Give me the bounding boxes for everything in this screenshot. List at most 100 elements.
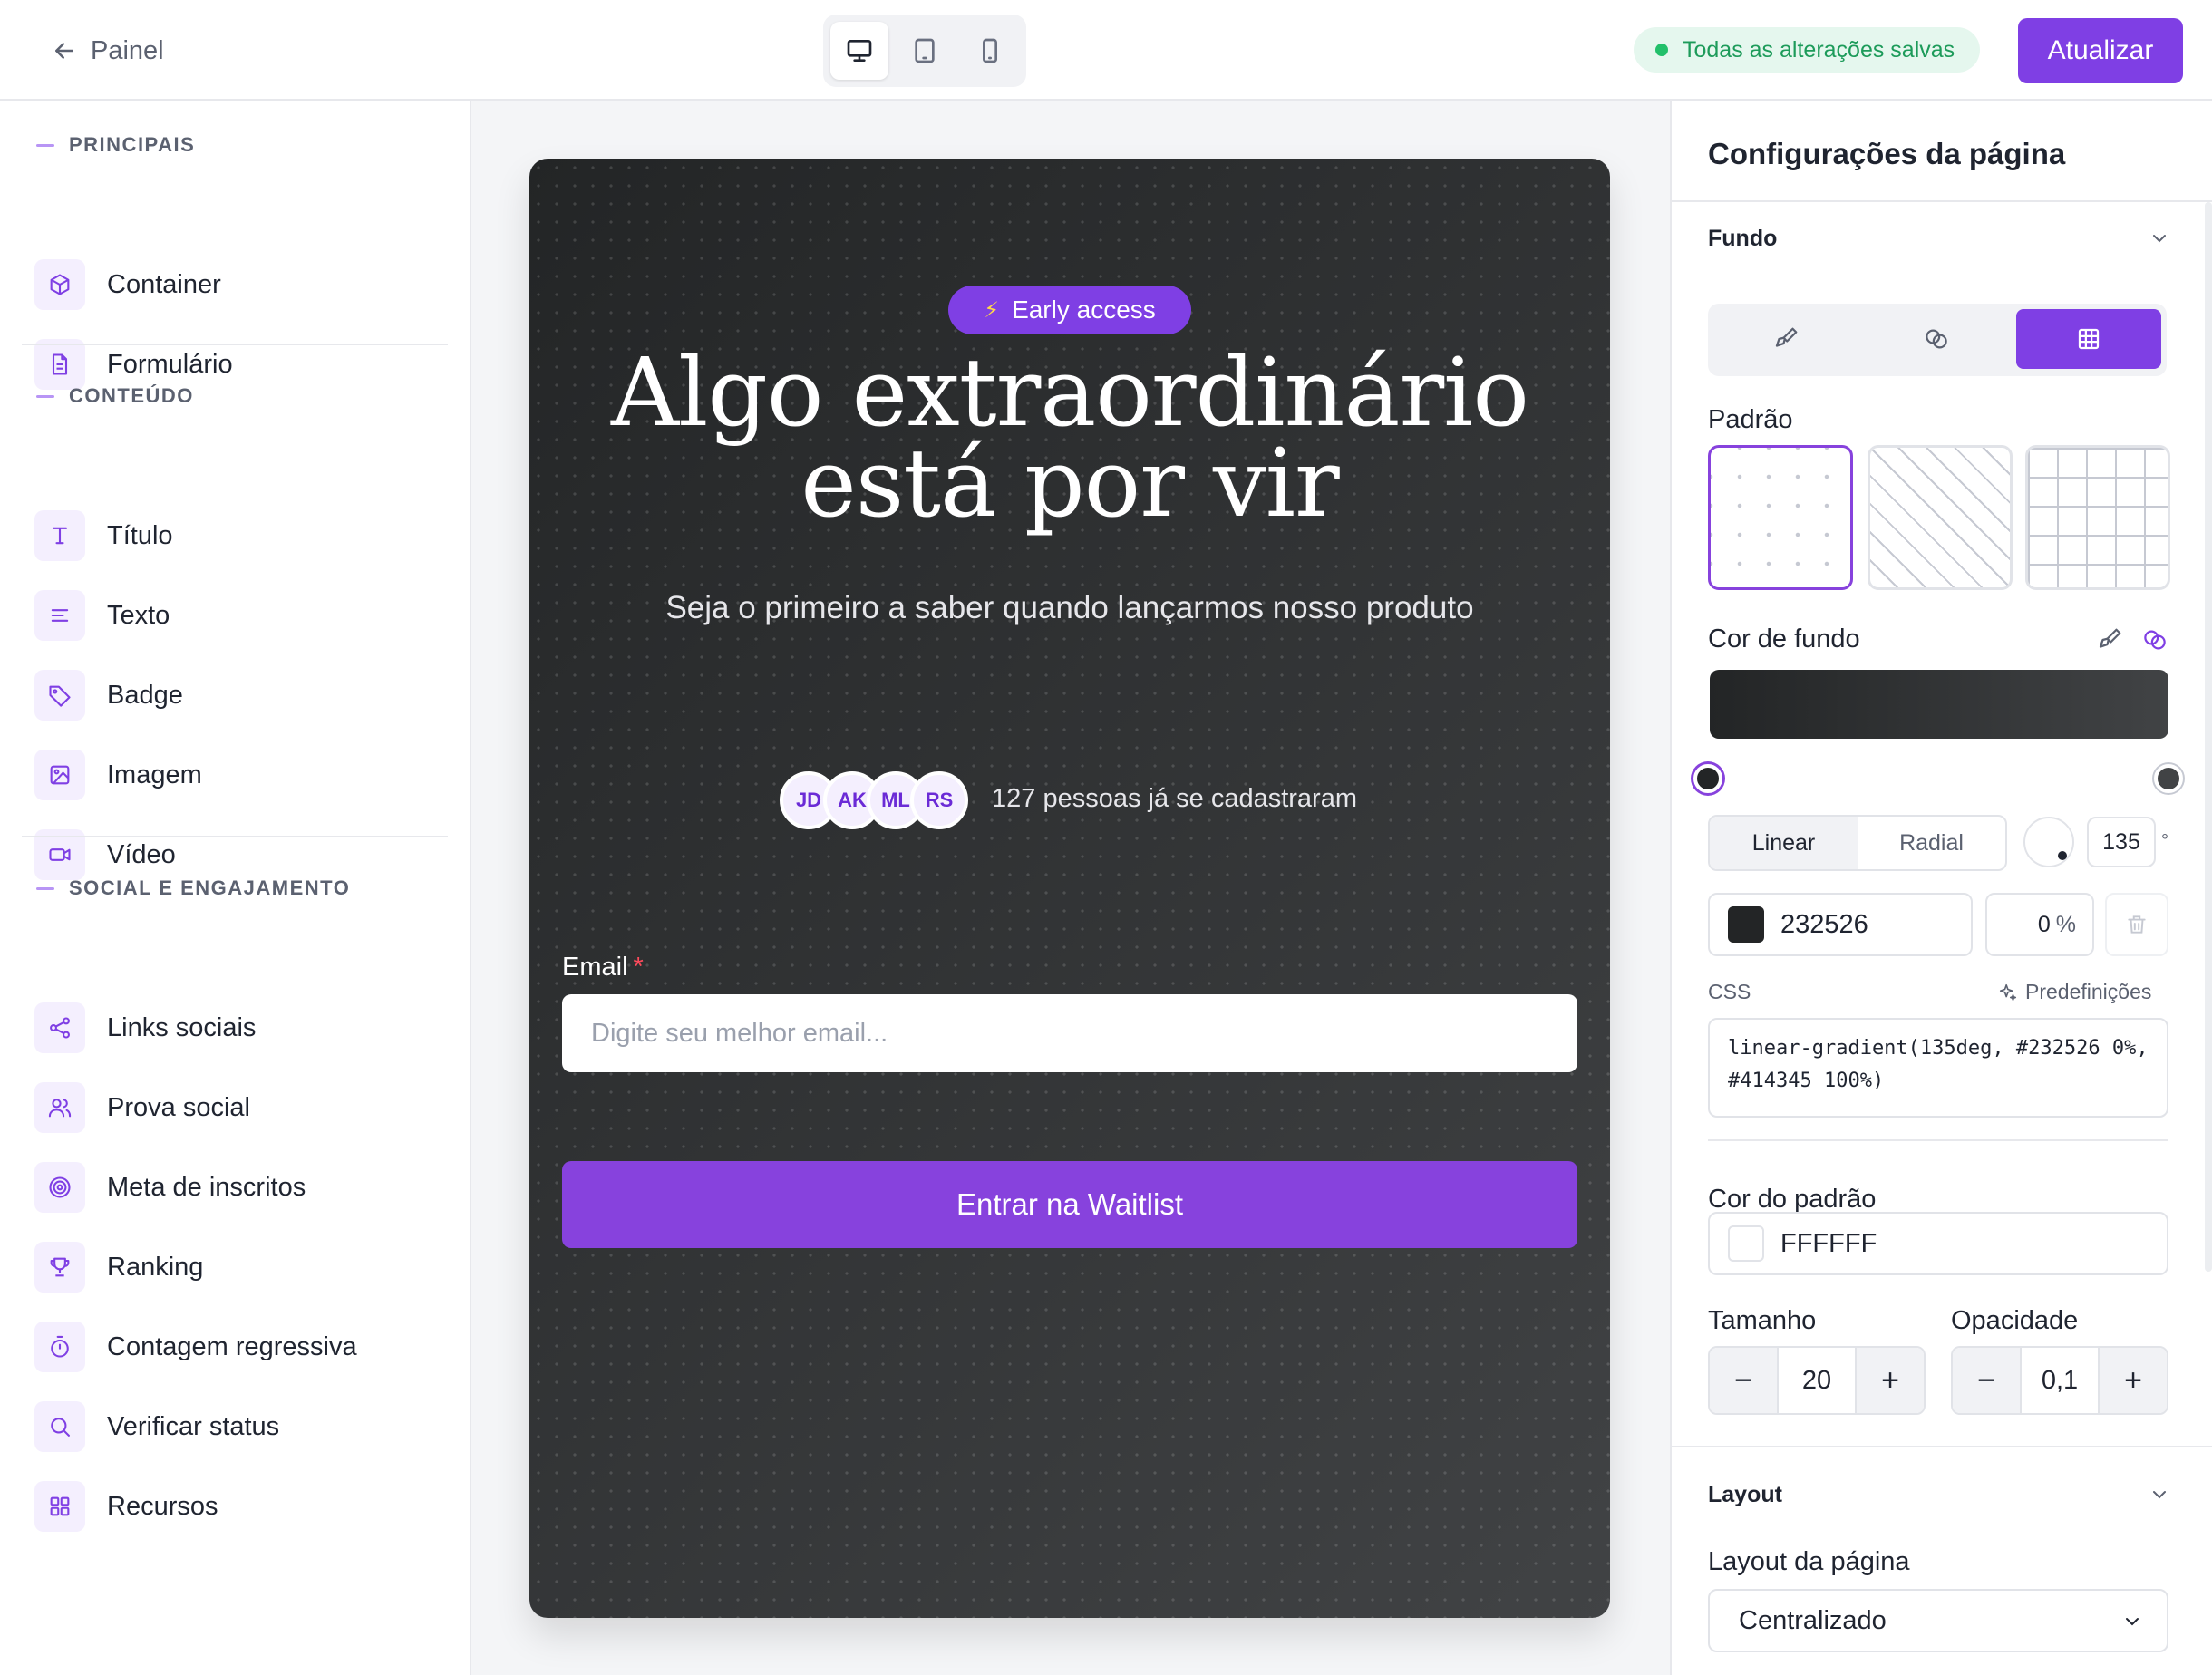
linear-option[interactable]: Linear	[1710, 817, 1858, 869]
settings-panel: Configurações da página Fundo Padrão Cor…	[1670, 101, 2212, 1675]
grid-icon	[2078, 328, 2100, 350]
background-type-tabs	[1708, 304, 2167, 376]
early-access-badge[interactable]: ⚡ Early access	[948, 286, 1191, 334]
opacity-decrement-button[interactable]: −	[1953, 1348, 2020, 1413]
trash-icon	[2128, 915, 2146, 934]
opacity-value[interactable]: 0,1	[2020, 1348, 2100, 1413]
section-fundo-header[interactable]: Fundo	[1708, 226, 1777, 252]
page-layout-label: Layout da página	[1708, 1547, 1910, 1576]
gradient-stop-end[interactable]	[2154, 764, 2183, 793]
divider	[1672, 200, 2212, 202]
sidebar-item-recursos[interactable]: Recursos	[34, 1479, 218, 1534]
desktop-view-button[interactable]	[830, 22, 888, 80]
type-icon	[34, 510, 85, 561]
mobile-icon	[983, 38, 997, 63]
sidebar-item-titulo[interactable]: Título	[34, 508, 173, 563]
sidebar-item-verificar-status[interactable]: Verificar status	[34, 1399, 279, 1454]
back-label: Painel	[91, 35, 164, 65]
blend-icon[interactable]	[2141, 626, 2168, 654]
angle-input[interactable]: 135	[2087, 817, 2156, 867]
section-layout-header[interactable]: Layout	[1708, 1482, 1782, 1508]
pattern-color-field[interactable]: FFFFFF	[1708, 1212, 2168, 1275]
gradient-tab[interactable]	[1864, 309, 2009, 369]
tablet-view-button[interactable]	[896, 22, 954, 80]
panel-scrollbar[interactable]	[2205, 202, 2212, 1272]
update-button[interactable]: Atualizar	[2018, 18, 2183, 83]
opacity-label: Opacidade	[1951, 1306, 2079, 1335]
delete-stop-button[interactable]	[2105, 893, 2168, 956]
size-decrement-button[interactable]: −	[1710, 1348, 1777, 1413]
stop-position-input[interactable]: 0%	[1985, 893, 2094, 956]
solid-color-tab[interactable]	[1713, 309, 1858, 369]
save-status-badge: Todas as alterações salvas	[1634, 27, 1980, 73]
panel-title: Configurações da página	[1708, 137, 2066, 170]
search-icon	[34, 1401, 85, 1452]
components-sidebar: PRINCIPAIS Container Formulário CONTEÚDO…	[0, 101, 471, 1675]
align-left-icon	[34, 590, 85, 641]
grid-icon	[34, 1481, 85, 1532]
email-input[interactable]	[562, 994, 1577, 1072]
headline[interactable]: Algo extraordinário está por vir	[529, 345, 1610, 538]
divider	[1672, 1446, 2212, 1447]
angle-dial[interactable]	[2023, 817, 2074, 867]
page-preview[interactable]: ⚡ Early access Algo extraordinário está …	[529, 159, 1610, 1618]
headline-line-2: está por vir	[800, 428, 1339, 538]
page-layout-select[interactable]: Centralizado	[1708, 1589, 2168, 1652]
target-icon	[34, 1162, 85, 1213]
sidebar-item-imagem[interactable]: Imagem	[34, 748, 202, 802]
size-value[interactable]: 20	[1777, 1348, 1857, 1413]
sidebar-item-container[interactable]: Container	[34, 257, 221, 312]
section-social: SOCIAL E ENGAJAMENTO	[36, 876, 350, 900]
opacity-stepper: − 0,1 +	[1951, 1346, 2168, 1415]
arrow-left-icon	[55, 43, 73, 59]
size-increment-button[interactable]: +	[1857, 1348, 1924, 1413]
sidebar-item-texto[interactable]: Texto	[34, 588, 170, 643]
avatar-stack: JD AK ML RS	[780, 771, 968, 829]
paintbrush-icon	[1775, 327, 1798, 347]
pattern-grid-option[interactable]	[2025, 445, 2170, 590]
share-icon	[34, 1002, 85, 1053]
bg-color-label: Cor de fundo	[1708, 624, 1860, 654]
trophy-icon	[34, 1242, 85, 1293]
stop-color-field[interactable]: 232526	[1708, 893, 1973, 956]
size-label: Tamanho	[1708, 1306, 1817, 1335]
size-stepper: − 20 +	[1708, 1346, 1926, 1415]
color-swatch[interactable]	[1728, 906, 1764, 943]
blend-icon	[1926, 329, 1947, 349]
sidebar-item-badge[interactable]: Badge	[34, 668, 183, 722]
avatar: RS	[910, 771, 968, 829]
opacity-increment-button[interactable]: +	[2100, 1348, 2167, 1413]
section-divider	[22, 836, 448, 838]
paintbrush-icon[interactable]	[2096, 626, 2123, 654]
save-status-text: Todas as alterações salvas	[1683, 36, 1955, 63]
subtitle[interactable]: Seja o primeiro a saber quando lançarmos…	[529, 590, 1610, 626]
section-divider	[22, 344, 448, 345]
required-mark: *	[633, 953, 644, 982]
sidebar-item-formulario[interactable]: Formulário	[34, 337, 233, 392]
pattern-tab[interactable]	[2016, 309, 2161, 369]
sidebar-item-links-sociais[interactable]: Links sociais	[34, 1001, 256, 1055]
device-switcher	[823, 15, 1026, 87]
gradient-stop-start[interactable]	[1693, 764, 1722, 793]
radial-option[interactable]: Radial	[1858, 817, 2005, 869]
chevron-down-icon[interactable]	[2149, 228, 2170, 249]
color-swatch[interactable]	[1728, 1225, 1764, 1262]
css-code-field[interactable]: linear-gradient(135deg, #232526 0%, #414…	[1708, 1018, 2168, 1118]
pattern-dots-option[interactable]	[1708, 445, 1853, 590]
social-proof-text[interactable]: 127 pessoas já se cadastraram	[992, 784, 1357, 814]
sidebar-item-meta-inscritos[interactable]: Meta de inscritos	[34, 1160, 306, 1215]
sidebar-item-ranking[interactable]: Ranking	[34, 1240, 203, 1294]
tag-icon	[34, 670, 85, 721]
timer-icon	[34, 1322, 85, 1372]
sidebar-item-contagem[interactable]: Contagem regressiva	[34, 1320, 357, 1374]
pattern-color-label: Cor do padrão	[1708, 1185, 1877, 1214]
chevron-down-icon[interactable]	[2149, 1484, 2170, 1506]
pattern-diagonal-option[interactable]	[1868, 445, 2013, 590]
presets-button[interactable]: Predefinições	[1998, 980, 2151, 1004]
join-waitlist-button[interactable]: Entrar na Waitlist	[562, 1161, 1577, 1248]
back-to-dashboard-link[interactable]: Painel	[51, 33, 164, 69]
gradient-preview-bar[interactable]	[1710, 670, 2168, 739]
mobile-view-button[interactable]	[961, 22, 1019, 80]
sidebar-item-prova-social[interactable]: Prova social	[34, 1080, 250, 1135]
canvas-area: ⚡ Early access Algo extraordinário está …	[471, 101, 1670, 1675]
